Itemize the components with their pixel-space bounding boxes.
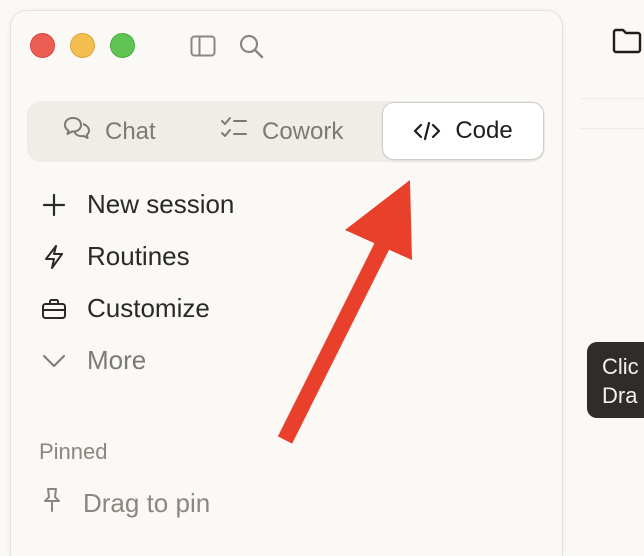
pinned-section-label: Pinned xyxy=(39,439,108,464)
customize-button[interactable]: Customize xyxy=(41,293,210,324)
tooltip: Clic Dra xyxy=(587,342,644,418)
more-label: More xyxy=(87,345,147,375)
new-session-label: New session xyxy=(87,189,235,219)
window-zoom-button[interactable] xyxy=(110,33,135,58)
new-session-button[interactable]: New session xyxy=(41,189,234,220)
pin-icon xyxy=(41,487,63,520)
routines-label: Routines xyxy=(87,241,190,271)
tab-code-label: Code xyxy=(455,117,513,144)
search-icon[interactable] xyxy=(236,31,266,61)
briefcase-icon xyxy=(41,296,67,322)
customize-label: Customize xyxy=(87,293,210,323)
folder-icon[interactable] xyxy=(612,28,642,59)
window-minimize-button[interactable] xyxy=(70,33,95,58)
routines-button[interactable]: Routines xyxy=(41,241,190,272)
tooltip-line: Clic xyxy=(602,354,639,379)
tooltip-line: Dra xyxy=(602,383,638,408)
sidebar-toggle-icon[interactable] xyxy=(188,31,218,61)
right-panel-divider xyxy=(580,128,644,129)
tab-code[interactable]: Code xyxy=(382,102,544,160)
sidebar-panel: Chat Cowork Code New session Routines Cu… xyxy=(10,10,563,556)
tab-chat[interactable]: Chat xyxy=(63,101,156,162)
tab-cowork-label: Cowork xyxy=(262,117,344,145)
chat-bubbles-icon xyxy=(63,115,91,148)
chevron-down-icon xyxy=(41,348,67,374)
code-brackets-icon xyxy=(413,120,441,142)
more-button[interactable]: More xyxy=(41,345,146,376)
right-panel-divider xyxy=(580,98,644,99)
pinned-placeholder: Drag to pin xyxy=(83,488,211,518)
tab-cowork[interactable]: Cowork xyxy=(220,101,343,162)
mode-switcher: Chat Cowork Code xyxy=(27,101,545,162)
plus-icon xyxy=(41,192,67,218)
pinned-drop-zone[interactable]: Drag to pin xyxy=(41,487,210,520)
lightning-icon xyxy=(41,244,67,270)
window-close-button[interactable] xyxy=(30,33,55,58)
tab-chat-label: Chat xyxy=(105,117,156,145)
checklist-icon xyxy=(220,116,248,147)
